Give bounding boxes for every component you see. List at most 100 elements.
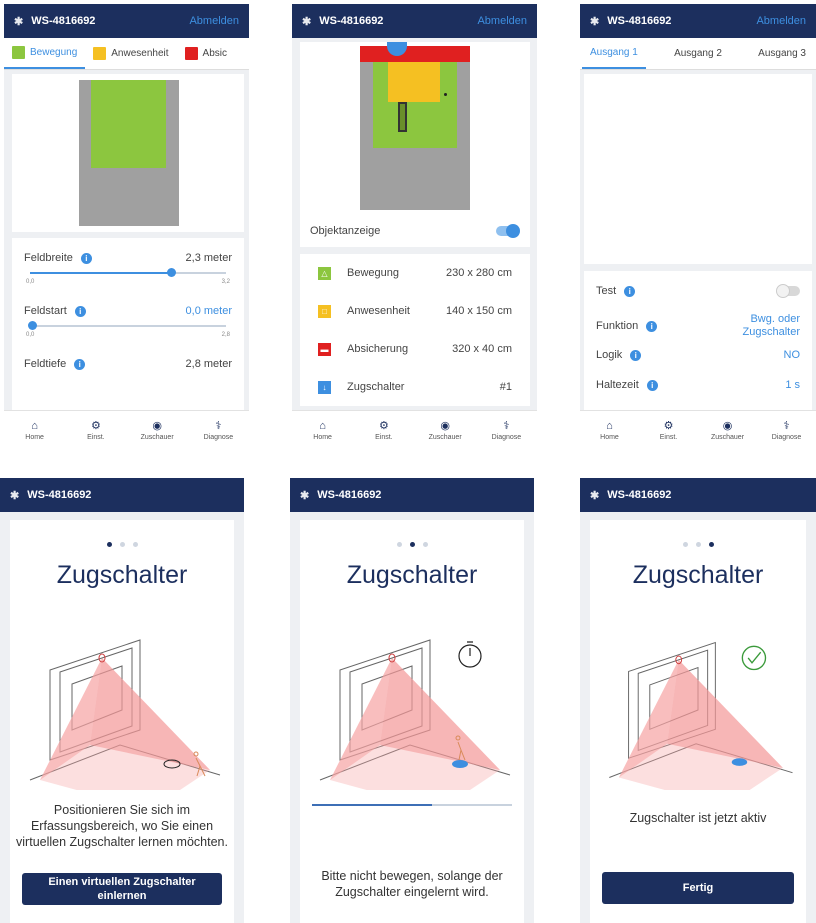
screen-settings-field: ✱ WS-4816692 Abmelden Bewegung Anwesenhe… xyxy=(4,4,249,450)
motion-icon: △ xyxy=(318,266,331,280)
nav-settings[interactable]: ⚙ Einst. xyxy=(353,411,414,450)
bottom-nav: ⌂ Home ⚙ Einst. ◉ Zuschauer ⚕ Diagnose xyxy=(580,410,816,450)
step-dot xyxy=(396,542,402,547)
object-row[interactable]: □ Anwesenheit 140 x 150 cm xyxy=(300,292,530,330)
nav-viewer[interactable]: ◉ Zuschauer xyxy=(415,411,476,450)
stopwatch-icon xyxy=(458,641,482,668)
nav-home[interactable]: ⌂ Home xyxy=(580,411,639,450)
info-icon[interactable]: i xyxy=(624,286,636,297)
param-label: Funktion xyxy=(596,320,639,332)
param-feldstart: Feldstart i 0,0 meter xyxy=(24,305,232,317)
nav-settings[interactable]: ⚙ Einst. xyxy=(639,411,698,450)
feldstart-slider[interactable] xyxy=(28,321,226,330)
slider-knob[interactable] xyxy=(28,321,37,330)
nav-home[interactable]: ⌂ Home xyxy=(292,411,353,450)
param-haltezeit: Haltezeit i 1 s xyxy=(596,379,800,391)
funktion-value-line: Zugschalter xyxy=(742,326,800,338)
nav-label: Einst. xyxy=(375,433,393,441)
info-icon[interactable]: i xyxy=(646,380,658,391)
nav-label: Zuschauer xyxy=(140,433,174,441)
step-indicator xyxy=(10,542,234,547)
app-header: ✱ WS-4816692 Abmelden xyxy=(580,4,816,38)
app-header: ✱ WS-4816692 xyxy=(0,478,244,512)
step-dot xyxy=(132,542,138,547)
tab-label: Bewegung xyxy=(30,47,78,58)
step-dot xyxy=(422,542,428,547)
nav-label: Zuschauer xyxy=(710,433,745,441)
progress-fill xyxy=(312,804,432,806)
screen-viewer: ✱ WS-4816692 Abmelden Objektanzeige △ Be… xyxy=(292,4,537,450)
nav-settings[interactable]: ⚙ Einst. xyxy=(65,411,126,450)
logout-link[interactable]: Abmelden xyxy=(477,15,527,27)
object-row[interactable]: ↓ Zugschalter #1 xyxy=(300,368,530,406)
haltezeit-value[interactable]: 1 s xyxy=(785,379,800,391)
stethoscope-icon: ⚕ xyxy=(215,419,222,432)
feldbreite-slider[interactable] xyxy=(30,268,226,277)
screen-wizard-step-3: ✱ WS-4816692 Zugschalter Zugschalter ist… xyxy=(580,478,816,923)
app-header: ✱ WS-4816692 xyxy=(290,478,534,512)
info-icon[interactable]: i xyxy=(646,321,658,332)
learning-progress xyxy=(312,804,512,806)
bluetooth-icon: ✱ xyxy=(300,489,310,502)
step-indicator xyxy=(590,542,806,547)
slider-knob[interactable] xyxy=(167,268,177,277)
nav-diagnose[interactable]: ⚕ Diagnose xyxy=(476,411,537,450)
stethoscope-icon: ⚕ xyxy=(783,419,790,432)
wizard-card: Zugschalter Zugschalter ist jetzt aktiv … xyxy=(590,520,806,923)
finish-button[interactable]: Fertig xyxy=(602,872,794,904)
learn-switch-button[interactable]: Einen virtuellen Zugschalter einlernen xyxy=(22,873,222,905)
nav-viewer[interactable]: ◉ Zuschauer xyxy=(127,411,188,450)
param-feldbreite: Feldbreite i 2,3 meter xyxy=(24,252,232,264)
object-row[interactable]: ▬ Absicherung 320 x 40 cm xyxy=(300,330,530,368)
test-toggle[interactable] xyxy=(776,284,800,298)
tab-ausgang-3[interactable]: Ausgang 3 xyxy=(750,38,814,69)
wizard-instruction: Bitte nicht bewegen, solange der Zugscha… xyxy=(321,869,503,899)
param-label: Feldtiefe xyxy=(24,358,67,370)
app-header: ✱ WS-4816692 Abmelden xyxy=(292,4,537,38)
tab-ausgang-2[interactable]: Ausgang 2 xyxy=(666,38,730,69)
device-name: WS-4816692 xyxy=(31,15,96,27)
nav-viewer[interactable]: ◉ Zuschauer xyxy=(698,411,757,450)
step-dot xyxy=(409,542,415,547)
device-name: WS-4816692 xyxy=(317,489,382,501)
detection-area xyxy=(79,80,179,226)
stethoscope-icon: ⚕ xyxy=(503,419,510,432)
object-display-row: Objektanzeige xyxy=(310,224,520,238)
tab-absicherung[interactable]: Absic xyxy=(177,38,235,69)
slider-max: 2,8 xyxy=(221,332,230,338)
info-icon[interactable]: i xyxy=(80,253,92,264)
nav-diagnose[interactable]: ⚕ Diagnose xyxy=(757,411,816,450)
door-sensor-illustration xyxy=(319,639,511,790)
bluetooth-icon: ✱ xyxy=(302,15,312,28)
param-value: 2,3 meter xyxy=(185,252,232,264)
logik-value[interactable]: NO xyxy=(784,349,801,361)
app-header: ✱ WS-4816692 xyxy=(580,478,816,512)
screen-wizard-step-1: ✱ WS-4816692 Zugschalter Positionieren S… xyxy=(0,478,244,923)
tab-label: Absic xyxy=(202,48,227,59)
info-icon[interactable]: i xyxy=(630,350,642,361)
object-row[interactable]: △ Bewegung 230 x 280 cm xyxy=(300,254,530,292)
object-name: Bewegung xyxy=(347,267,399,279)
logout-link[interactable]: Abmelden xyxy=(756,15,806,27)
tab-bewegung[interactable]: Bewegung xyxy=(4,38,86,69)
slider-max: 3,2 xyxy=(221,279,230,285)
param-test: Test i xyxy=(596,284,800,298)
wizard-status: Zugschalter ist jetzt aktiv xyxy=(629,811,767,825)
output-params: Test i Funktion i Bwg. oder Zugschalter Log… xyxy=(584,271,812,411)
funktion-value-line: Bwg. oder xyxy=(750,313,800,325)
object-display-toggle[interactable] xyxy=(496,224,520,238)
tab-ausgang-1[interactable]: Ausgang 1 xyxy=(582,38,646,69)
info-icon[interactable]: i xyxy=(74,359,86,370)
nav-diagnose[interactable]: ⚕ Diagnose xyxy=(188,411,249,450)
wizard-title: Zugschalter xyxy=(56,561,188,589)
home-icon: ⌂ xyxy=(319,419,326,432)
funktion-value[interactable]: Bwg. oder Zugschalter xyxy=(743,313,800,339)
nav-home[interactable]: ⌂ Home xyxy=(4,411,65,450)
object-name: Zugschalter xyxy=(347,381,405,393)
slider-min: 0,0 xyxy=(26,332,35,338)
logout-link[interactable]: Abmelden xyxy=(189,15,239,27)
app-header: ✱ WS-4816692 Abmelden xyxy=(4,4,249,38)
object-name: Absicherung xyxy=(347,343,409,355)
tab-anwesenheit[interactable]: Anwesenheit xyxy=(85,38,176,69)
info-icon[interactable]: i xyxy=(74,306,86,317)
